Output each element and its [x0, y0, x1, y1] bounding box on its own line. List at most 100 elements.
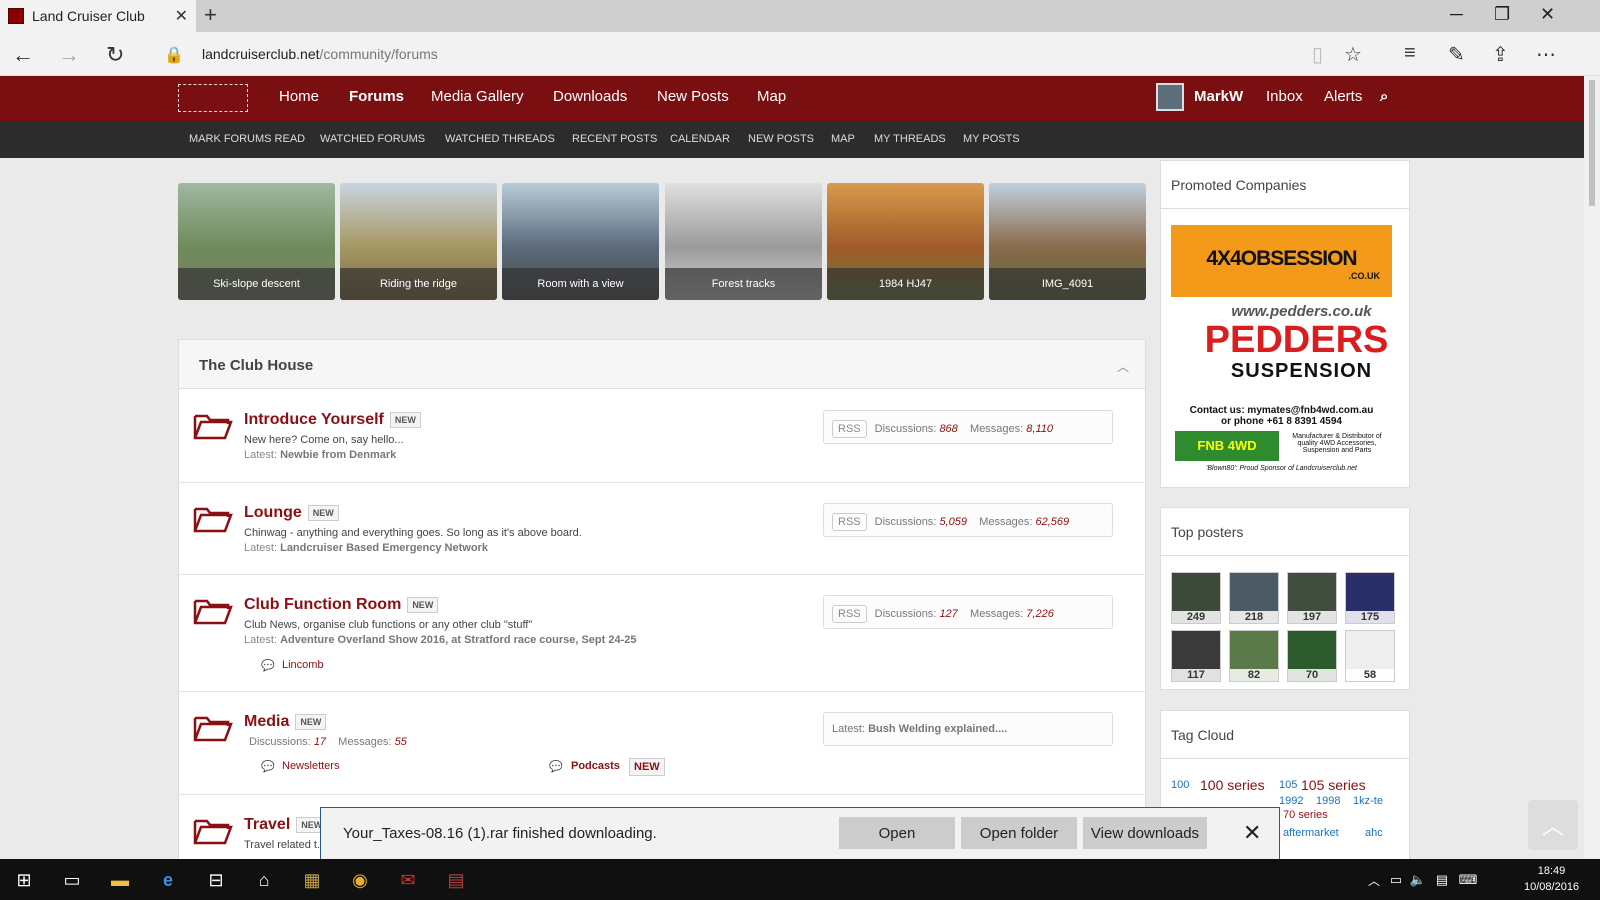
windows-start-icon[interactable]: ⊞ [12, 868, 36, 892]
favorite-star-icon[interactable]: ☆ [1344, 42, 1362, 67]
gallery-item[interactable]: Ski-slope descent [178, 183, 335, 300]
tag-link[interactable]: 1kz-te [1353, 795, 1383, 807]
subforum-podcasts[interactable]: Podcasts [571, 760, 620, 772]
latest-thread-link[interactable]: Bush Welding explained.... [868, 723, 1007, 735]
tag-link[interactable]: 105 series [1301, 777, 1366, 793]
tag-link[interactable]: ahc [1365, 827, 1383, 839]
gallery-item[interactable]: Room with a view [502, 183, 659, 300]
mail-icon[interactable]: ✉ [396, 868, 420, 892]
poster-avatar[interactable]: 197 [1287, 572, 1337, 624]
scroll-to-top-button[interactable]: ︿ [1528, 800, 1578, 850]
notification-icon[interactable]: ▤ [1430, 868, 1454, 892]
subnav-calendar[interactable]: CALENDAR [670, 133, 730, 145]
app-icon[interactable]: ▦ [300, 868, 324, 892]
browser-tab[interactable]: Land Cruiser Club ✕ [0, 0, 196, 32]
share-icon[interactable]: ⇪ [1492, 42, 1509, 67]
gallery-item[interactable]: IMG_4091 [989, 183, 1146, 300]
poster-avatar[interactable]: 249 [1171, 572, 1221, 624]
nav-user[interactable]: MarkW [1194, 88, 1243, 105]
forum-title-link[interactable]: Introduce Yourself NEW [244, 411, 421, 429]
file-explorer-icon[interactable]: ▬ [108, 868, 132, 892]
tag-link[interactable]: 1992 [1279, 795, 1303, 807]
subnav-my-posts[interactable]: MY POSTS [963, 133, 1020, 145]
latest-thread-link[interactable]: Landcruiser Based Emergency Network [280, 542, 488, 554]
nav-downloads[interactable]: Downloads [553, 88, 627, 105]
latest-thread-link[interactable]: Newbie from Denmark [280, 449, 396, 461]
tag-link[interactable]: 105 [1279, 779, 1297, 791]
tag-link[interactable]: aftermarket [1283, 827, 1339, 839]
nav-alerts[interactable]: Alerts [1324, 88, 1362, 105]
subforum-newsletters[interactable]: Newsletters [282, 760, 339, 772]
nav-inbox[interactable]: Inbox [1266, 88, 1303, 105]
subnav-map[interactable]: MAP [831, 133, 855, 145]
hub-icon[interactable]: ≡ [1404, 42, 1416, 65]
subnav-watched-threads[interactable]: WATCHED THREADS [445, 133, 555, 145]
tag-link[interactable]: 1998 [1316, 795, 1340, 807]
ad-pedders[interactable]: www.pedders.co.uk PEDDERS SUSPENSION [1171, 303, 1392, 399]
latest-thread-link[interactable]: Adventure Overland Show 2016, at Stratfo… [280, 634, 636, 646]
poster-avatar[interactable]: 218 [1229, 572, 1279, 624]
chrome-icon[interactable]: ◉ [348, 868, 372, 892]
close-download-bar-icon[interactable]: ✕ [1243, 820, 1261, 846]
rss-button[interactable]: RSS [832, 605, 867, 623]
forum-title-link[interactable]: Lounge NEW [244, 504, 339, 522]
open-download-button[interactable]: Open [839, 817, 955, 849]
site-logo[interactable] [178, 84, 248, 112]
close-tab-icon[interactable]: ✕ [175, 6, 188, 26]
tag-link[interactable]: 100 series [1200, 777, 1265, 793]
nav-home[interactable]: Home [279, 88, 319, 105]
reading-view-icon[interactable]: ▯ [1312, 42, 1323, 67]
poster-avatar[interactable]: 175 [1345, 572, 1395, 624]
store-icon[interactable]: ⊟ [204, 868, 228, 892]
subnav-recent-posts[interactable]: RECENT POSTS [572, 133, 657, 145]
open-folder-button[interactable]: Open folder [961, 817, 1077, 849]
keyboard-icon[interactable]: ⌨ [1456, 868, 1480, 892]
subnav-mark-forums-read[interactable]: MARK FORUMS READ [189, 133, 305, 145]
forward-icon[interactable]: → [58, 42, 80, 68]
gallery-item[interactable]: 1984 HJ47 [827, 183, 984, 300]
poster-avatar[interactable]: 82 [1229, 630, 1279, 682]
forum-title-link[interactable]: Media NEW [244, 713, 327, 731]
user-avatar[interactable] [1156, 83, 1184, 111]
nav-map[interactable]: Map [757, 88, 786, 105]
forum-title-link[interactable]: Travel NEW [244, 816, 328, 834]
task-view-icon[interactable]: ▭ [60, 868, 84, 892]
nav-forums[interactable]: Forums [349, 88, 404, 105]
rss-button[interactable]: RSS [832, 420, 867, 438]
gallery-item[interactable]: Riding the ridge [340, 183, 497, 300]
ad-4x4obsession[interactable]: 4X4OBSESSION .CO.UK [1171, 225, 1392, 297]
close-window-icon[interactable]: ✕ [1540, 4, 1555, 25]
battery-icon[interactable]: ▭ [1384, 868, 1408, 892]
edge-browser-icon[interactable]: e [156, 868, 180, 892]
refresh-icon[interactable]: ↻ [106, 42, 124, 68]
collapse-chevron-icon[interactable]: ︿ [1117, 358, 1129, 375]
tag-link[interactable]: 100 [1171, 779, 1189, 791]
app-flag-icon[interactable]: ▤ [444, 868, 468, 892]
scrollbar-thumb[interactable] [1589, 80, 1595, 206]
gallery-item[interactable]: Forest tracks [665, 183, 822, 300]
tray-chevron-icon[interactable]: ︿ [1362, 868, 1386, 892]
subnav-new-posts[interactable]: NEW POSTS [748, 133, 814, 145]
new-tab-icon[interactable]: + [204, 4, 217, 26]
subnav-watched-forums[interactable]: WATCHED FORUMS [320, 133, 425, 145]
poster-avatar[interactable]: 58 [1345, 630, 1395, 682]
subforum-link[interactable]: Lincomb [282, 659, 324, 671]
tag-link[interactable]: 70 series [1283, 809, 1328, 821]
search-icon[interactable]: ⌕ [1380, 88, 1388, 105]
ad-fnb4wd[interactable]: Contact us: mymates@fnb4wd.com.au or pho… [1171, 405, 1392, 477]
more-icon[interactable]: ⋯ [1536, 42, 1556, 67]
nav-new-posts[interactable]: New Posts [657, 88, 729, 105]
back-icon[interactable]: ← [12, 42, 34, 68]
rss-button[interactable]: RSS [832, 513, 867, 531]
subnav-my-threads[interactable]: MY THREADS [874, 133, 946, 145]
home-icon[interactable]: ⌂ [252, 868, 276, 892]
restore-icon[interactable]: ❐ [1494, 4, 1510, 25]
forum-title-link[interactable]: Club Function Room NEW [244, 596, 439, 614]
nav-media-gallery[interactable]: Media Gallery [431, 88, 524, 105]
taskbar-clock[interactable]: 18:49 10/08/2016 [1524, 863, 1579, 895]
volume-icon[interactable]: 🔈 [1406, 868, 1430, 892]
web-note-icon[interactable]: ✎ [1448, 42, 1465, 67]
poster-avatar[interactable]: 70 [1287, 630, 1337, 682]
url-field[interactable]: landcruiserclub.net/community/forums [202, 46, 438, 62]
minimize-icon[interactable]: ─ [1450, 4, 1463, 25]
